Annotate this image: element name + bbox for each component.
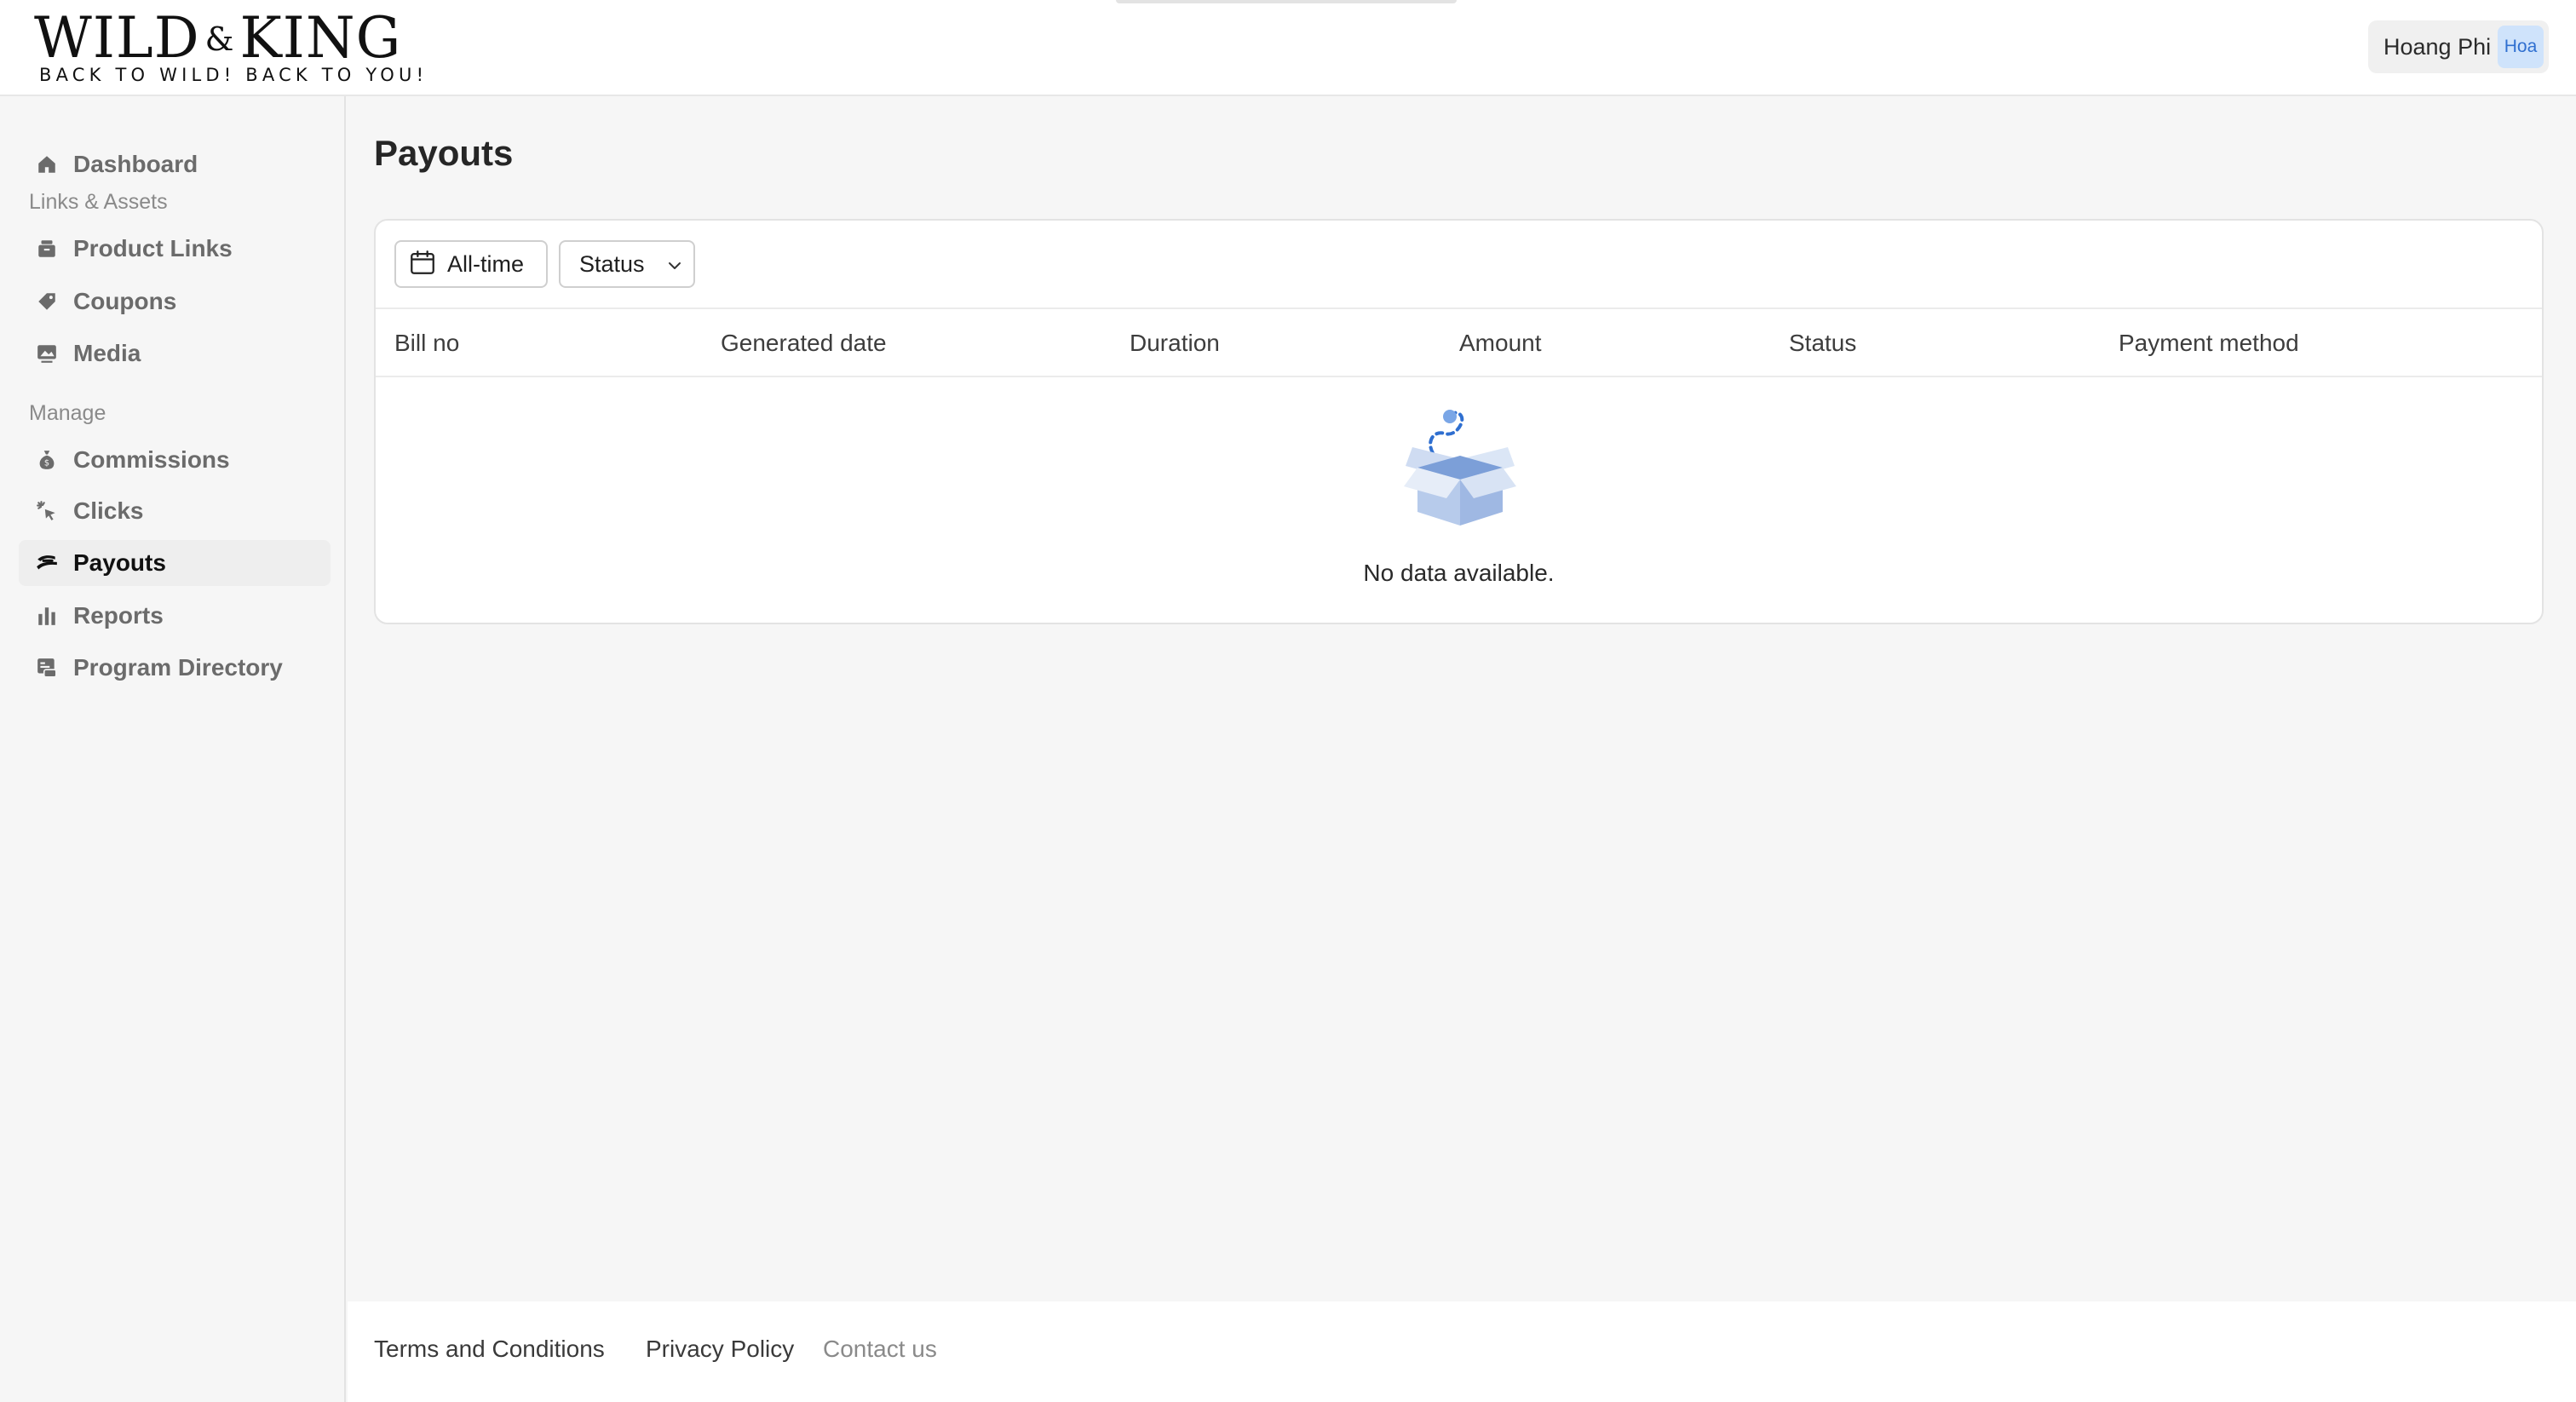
empty-state-message: No data available.	[1363, 560, 1555, 586]
date-range-label: All-time	[447, 250, 525, 277]
sidebar-item-clicks[interactable]: Clicks	[19, 488, 331, 534]
sidebar-item-label: Dashboard	[73, 151, 198, 177]
tag-icon	[34, 289, 60, 314]
status-filter-label: Status	[579, 250, 645, 277]
column-header-amount[interactable]: Amount	[1459, 330, 1542, 357]
chevron-down-icon	[664, 256, 685, 280]
home-icon	[34, 152, 60, 177]
sidebar-item-label: Product Links	[73, 235, 233, 261]
bar-chart-icon	[34, 603, 60, 629]
filter-bar: All-time Status	[376, 221, 2542, 309]
status-filter-select[interactable]: Status	[559, 240, 695, 288]
page-title: Payouts	[374, 133, 514, 173]
image-icon	[34, 341, 60, 366]
hand-money-icon	[34, 550, 60, 576]
sidebar-item-coupons[interactable]: Coupons	[19, 279, 331, 325]
user-menu[interactable]: Hoang Phi Hoa	[2368, 20, 2549, 73]
column-header-status[interactable]: Status	[1789, 330, 1856, 357]
column-header-generated-date[interactable]: Generated date	[721, 330, 887, 357]
sidebar-item-media[interactable]: Media	[19, 330, 331, 376]
cursor-click-icon	[34, 498, 60, 524]
sidebar-item-label: Program Directory	[73, 654, 283, 681]
section-label-links-assets: Links & Assets	[29, 190, 168, 214]
sidebar-item-program-directory[interactable]: Program Directory	[19, 645, 331, 691]
top-drag-handle	[1116, 0, 1457, 3]
sidebar-item-label: Clicks	[73, 497, 144, 524]
sidebar-item-label: Coupons	[73, 288, 177, 314]
column-header-payment-method[interactable]: Payment method	[2119, 330, 2299, 357]
column-header-bill-no[interactable]: Bill no	[394, 330, 459, 357]
sidebar-item-payouts[interactable]: Payouts	[19, 540, 331, 586]
sidebar: Dashboard Links & Assets Product Links C…	[0, 96, 346, 1402]
sidebar-item-product-links[interactable]: Product Links	[19, 226, 331, 272]
brand-logo[interactable]: WILD &KING BACK TO WILD! BACK TO YOU!	[34, 9, 423, 87]
sidebar-item-reports[interactable]: Reports	[19, 593, 331, 639]
calendar-icon	[408, 248, 437, 281]
footer: Terms and Conditions Privacy Policy Cont…	[348, 1301, 2576, 1402]
payouts-table-card: All-time Status Bill no Generated date D…	[374, 219, 2544, 624]
sidebar-item-label: Media	[73, 340, 141, 366]
terms-link[interactable]: Terms and Conditions	[374, 1336, 605, 1363]
section-label-manage: Manage	[29, 401, 106, 425]
column-header-duration[interactable]: Duration	[1130, 330, 1220, 357]
contact-us-link[interactable]: Contact us	[823, 1336, 937, 1363]
sidebar-item-dashboard[interactable]: Dashboard	[19, 141, 331, 187]
logo-tagline: BACK TO WILD! BACK TO YOU!	[39, 65, 428, 85]
directory-icon	[34, 655, 60, 681]
privacy-policy-link[interactable]: Privacy Policy	[646, 1336, 794, 1363]
user-name: Hoang Phi	[2383, 33, 2492, 60]
top-header: WILD &KING BACK TO WILD! BACK TO YOU! Hoa…	[0, 0, 2576, 96]
logo-wordmark: WILD &KING	[34, 5, 402, 71]
date-range-button[interactable]: All-time	[394, 240, 548, 288]
sidebar-item-commissions[interactable]: $ Commissions	[19, 437, 331, 483]
sidebar-item-label: Reports	[73, 602, 164, 629]
empty-box-icon	[1400, 398, 1520, 526]
product-box-icon	[34, 236, 60, 261]
svg-text:$: $	[44, 459, 49, 468]
sidebar-item-label: Commissions	[73, 446, 230, 473]
table-header: Bill no Generated date Duration Amount S…	[376, 309, 2542, 377]
sidebar-item-label: Payouts	[73, 549, 166, 576]
money-bag-icon: $	[34, 447, 60, 473]
avatar[interactable]: Hoa	[2498, 26, 2544, 68]
